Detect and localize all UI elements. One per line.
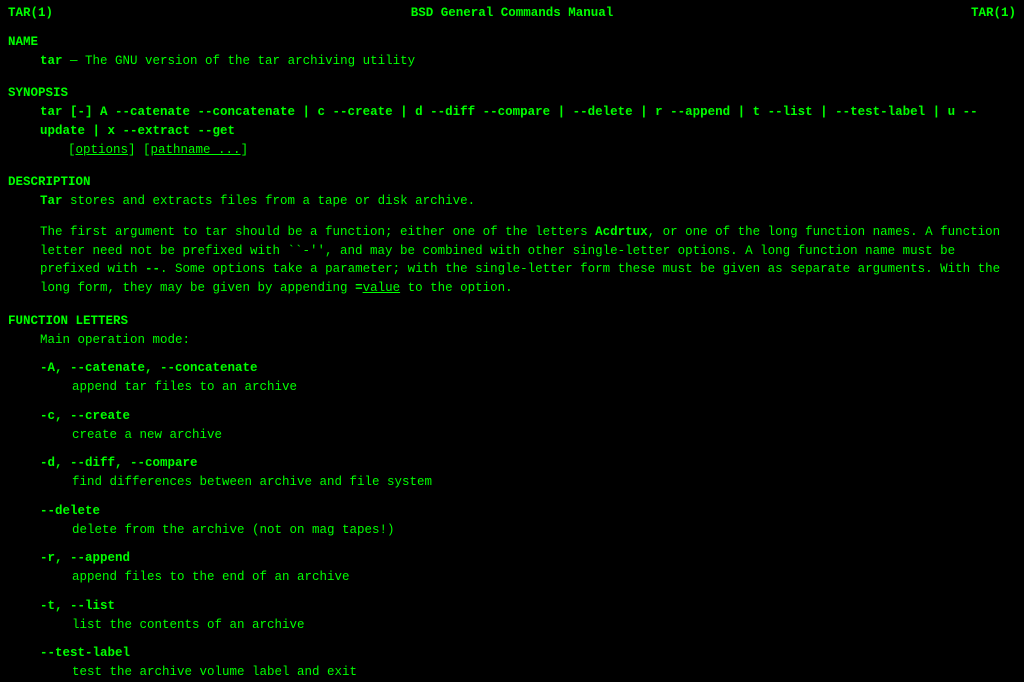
func-item-flags: -c, --create (8, 407, 1016, 426)
header-center: BSD General Commands Manual (411, 4, 614, 23)
func-item-desc: test the archive volume label and exit (8, 663, 1016, 682)
section-synopsis-title: SYNOPSIS (8, 84, 1016, 103)
func-item-desc: list the contents of an archive (8, 616, 1016, 635)
func-item: -t, --listlist the contents of an archiv… (8, 597, 1016, 635)
section-name-title: NAME (8, 33, 1016, 52)
func-item-desc: find differences between archive and fil… (8, 473, 1016, 492)
desc-p2b: Acdrtux (595, 225, 648, 239)
desc-p2d: -- (145, 262, 160, 276)
syn-cmd: tar (40, 105, 63, 119)
func-list: -A, --catenate, --concatenateappend tar … (8, 359, 1016, 682)
func-item-desc: append files to the end of an archive (8, 568, 1016, 587)
func-item: -d, --diff, --comparefind differences be… (8, 454, 1016, 492)
func-item: --test-labeltest the archive volume labe… (8, 644, 1016, 682)
section-description-title: DESCRIPTION (8, 173, 1016, 192)
func-item-flags: -t, --list (8, 597, 1016, 616)
syn-br1: [ (68, 143, 76, 157)
syn-pathname-link: pathname ... (151, 143, 241, 157)
name-dash: — (63, 54, 86, 68)
header-right: TAR(1) (971, 4, 1016, 23)
desc-p2h: to the option. (400, 281, 513, 295)
synopsis-line1: tar [-] A --catenate --concatenate | c -… (8, 103, 1016, 141)
name-cmd: tar (40, 54, 63, 68)
desc-p2e: . Some options take a parameter; with th… (40, 262, 1000, 295)
func-item-desc: create a new archive (8, 426, 1016, 445)
func-item-flags: -r, --append (8, 549, 1016, 568)
desc-p1b: stores and extracts files from a tape or… (63, 194, 476, 208)
desc-para2: The first argument to tar should be a fu… (8, 223, 1016, 298)
func-item-flags: --test-label (8, 644, 1016, 663)
func-item-desc: append tar files to an archive (8, 378, 1016, 397)
func-intro: Main operation mode: (8, 331, 1016, 350)
func-item: -A, --catenate, --concatenateappend tar … (8, 359, 1016, 397)
syn-options-link: options (76, 143, 129, 157)
desc-para1: Tar stores and extracts files from a tap… (8, 192, 1016, 211)
synopsis-line2: [options] [pathname ...] (8, 141, 1016, 160)
desc-p2a: The first argument to tar should be a fu… (40, 225, 595, 239)
func-item-flags: -A, --catenate, --concatenate (8, 359, 1016, 378)
syn-br2: ] [ (128, 143, 151, 157)
func-item-flags: -d, --diff, --compare (8, 454, 1016, 473)
func-item-flags: --delete (8, 502, 1016, 521)
section-function-letters-title: FUNCTION LETTERS (8, 312, 1016, 331)
desc-p2g: value (363, 281, 401, 295)
func-item: -r, --appendappend files to the end of a… (8, 549, 1016, 587)
func-item: -c, --createcreate a new archive (8, 407, 1016, 445)
syn-br3: ] (241, 143, 249, 157)
name-desc: The GNU version of the tar archiving uti… (85, 54, 415, 68)
manpage-header: TAR(1) BSD General Commands Manual TAR(1… (8, 4, 1016, 23)
func-item: --deletedelete from the archive (not on … (8, 502, 1016, 540)
desc-p2f: = (355, 281, 363, 295)
name-line: tar — The GNU version of the tar archivi… (8, 52, 1016, 71)
desc-p1a: Tar (40, 194, 63, 208)
header-left: TAR(1) (8, 4, 53, 23)
syn-rest: [-] A --catenate --concatenate | c --cre… (40, 105, 978, 138)
